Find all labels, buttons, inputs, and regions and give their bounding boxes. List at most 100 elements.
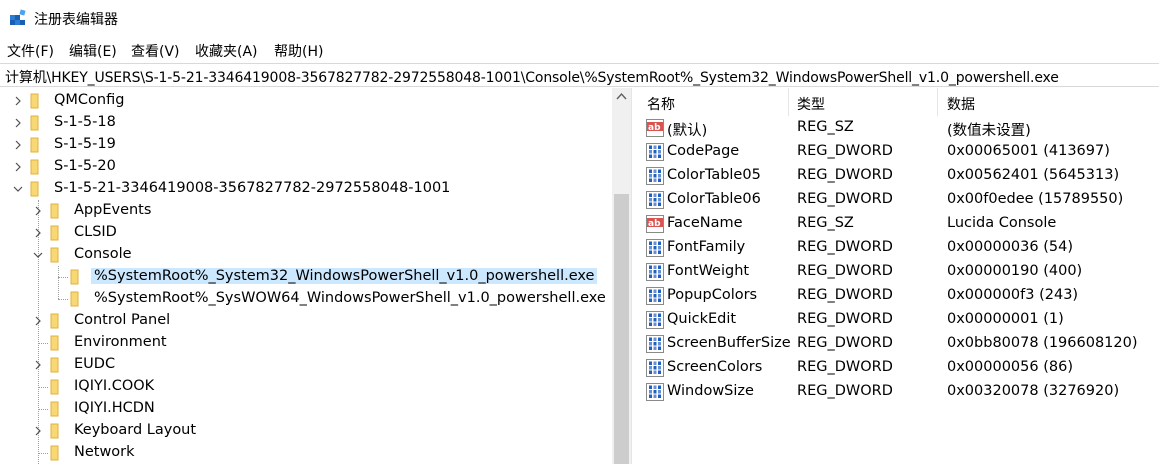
chevron-right-icon[interactable] bbox=[12, 161, 24, 173]
value-row[interactable]: ScreenColors REG_DWORD 0x00000056 (86) bbox=[640, 356, 1159, 380]
chevron-down-icon[interactable] bbox=[12, 183, 24, 195]
value-type: REG_SZ bbox=[797, 215, 854, 231]
tree-item[interactable]: S-1-5-21-3346419008-3567827782-297255804… bbox=[0, 178, 612, 200]
value-row[interactable]: FontFamily REG_DWORD 0x00000036 (54) bbox=[640, 236, 1159, 260]
window-title: 注册表编辑器 bbox=[34, 12, 118, 28]
key-tree[interactable]: QMConfig S-1-5-18 S-1-5-19 S-1-5-20 S-1-5-21… bbox=[0, 88, 631, 464]
value-row[interactable]: ab (默认) REG_SZ (数值未设置) bbox=[640, 116, 1159, 140]
tree-item-label[interactable]: Network bbox=[71, 444, 138, 460]
column-header-type[interactable]: 类型 bbox=[797, 88, 825, 116]
chevron-right-icon[interactable] bbox=[32, 359, 44, 371]
folder-icon bbox=[50, 247, 59, 263]
menu-bar: 文件(F) 编辑(E) 查看(V) 收藏夹(A) 帮助(H) bbox=[0, 38, 1159, 60]
column-header-name[interactable]: 名称 bbox=[647, 88, 675, 116]
tree-item-label[interactable]: Control Panel bbox=[71, 312, 173, 328]
tree-item-label[interactable]: %SystemRoot%_System32_WindowsPowerShell_… bbox=[91, 268, 598, 284]
tree-item[interactable]: S-1-5-20 bbox=[0, 156, 612, 178]
chevron-right-icon[interactable] bbox=[32, 425, 44, 437]
tree-item-label[interactable]: Keyboard Layout bbox=[71, 422, 199, 438]
value-name: PopupColors bbox=[667, 287, 758, 303]
value-name: FontWeight bbox=[667, 263, 750, 279]
binary-value-icon bbox=[646, 335, 664, 353]
column-divider[interactable] bbox=[788, 88, 789, 116]
tree-item[interactable]: EUDC bbox=[0, 354, 612, 376]
value-type: REG_DWORD bbox=[797, 263, 893, 279]
tree-scrollbar[interactable] bbox=[612, 88, 631, 464]
tree-item-label[interactable]: EUDC bbox=[71, 356, 118, 372]
value-type: REG_DWORD bbox=[797, 311, 893, 327]
value-row[interactable]: QuickEdit REG_DWORD 0x00000001 (1) bbox=[640, 308, 1159, 332]
chevron-right-icon[interactable] bbox=[12, 95, 24, 107]
tree-guide-line bbox=[38, 409, 48, 410]
tree-item[interactable]: CLSID bbox=[0, 222, 612, 244]
value-row[interactable]: FontWeight REG_DWORD 0x00000190 (400) bbox=[640, 260, 1159, 284]
tree-item-label[interactable]: AppEvents bbox=[71, 202, 154, 218]
chevron-right-icon[interactable] bbox=[12, 139, 24, 151]
chevron-right-icon[interactable] bbox=[12, 117, 24, 129]
scrollbar-thumb[interactable] bbox=[614, 194, 629, 464]
value-row[interactable]: WindowSize REG_DWORD 0x00320078 (3276920) bbox=[640, 380, 1159, 404]
tree-item[interactable]: IQIYI.COOK bbox=[0, 376, 612, 398]
tree-item[interactable]: IQIYI.HCDN bbox=[0, 398, 612, 420]
folder-icon bbox=[30, 93, 39, 109]
scroll-up-arrow-icon[interactable] bbox=[612, 88, 631, 105]
value-list[interactable]: 名称 类型 数据 ab (默认) REG_SZ (数值未设置) CodePage REG_… bbox=[640, 88, 1159, 464]
tree-item[interactable]: Control Panel bbox=[0, 310, 612, 332]
value-row[interactable]: CodePage REG_DWORD 0x00065001 (413697) bbox=[640, 140, 1159, 164]
binary-value-icon bbox=[646, 311, 664, 329]
tree-item-label[interactable]: S-1-5-18 bbox=[51, 114, 119, 130]
menu-help[interactable]: 帮助(H) bbox=[274, 41, 323, 61]
value-name: ScreenBufferSize bbox=[667, 335, 791, 351]
svg-text:ab: ab bbox=[648, 219, 661, 229]
value-type: REG_SZ bbox=[797, 119, 854, 135]
binary-value-icon bbox=[646, 143, 664, 161]
string-value-icon: ab bbox=[646, 215, 664, 233]
tree-item[interactable]: QMConfig bbox=[0, 90, 612, 112]
tree-item[interactable]: S-1-5-19 bbox=[0, 134, 612, 156]
tree-item-label[interactable]: S-1-5-21-3346419008-3567827782-297255804… bbox=[51, 180, 453, 196]
address-bar[interactable]: 计算机\HKEY_USERS\S-1-5-21-3346419008-35678… bbox=[0, 63, 1159, 87]
value-name: (默认) bbox=[667, 123, 708, 139]
tree-item[interactable]: S-1-5-18 bbox=[0, 112, 612, 134]
tree-item-label[interactable]: %SystemRoot%_SysWOW64_WindowsPowerShell_… bbox=[91, 290, 609, 306]
chevron-right-icon[interactable] bbox=[32, 227, 44, 239]
value-name: FontFamily bbox=[667, 239, 746, 255]
menu-file[interactable]: 文件(F) bbox=[7, 41, 54, 61]
folder-icon bbox=[50, 423, 59, 439]
chevron-down-icon[interactable] bbox=[32, 249, 44, 261]
tree-item[interactable]: Keyboard Layout bbox=[0, 420, 612, 442]
tree-item-label[interactable]: CLSID bbox=[71, 224, 120, 240]
svg-text:ab: ab bbox=[648, 123, 661, 133]
tree-item[interactable]: %SystemRoot%_SysWOW64_WindowsPowerShell_… bbox=[0, 288, 612, 310]
binary-value-icon bbox=[646, 287, 664, 305]
value-row[interactable]: ColorTable05 REG_DWORD 0x00562401 (5645313… bbox=[640, 164, 1159, 188]
tree-item-label[interactable]: Console bbox=[71, 246, 135, 262]
column-divider[interactable] bbox=[937, 88, 938, 116]
tree-item-label[interactable]: QMConfig bbox=[51, 92, 127, 108]
tree-item[interactable]: Network bbox=[0, 442, 612, 464]
pane-splitter[interactable] bbox=[631, 88, 640, 464]
tree-item-label[interactable]: IQIYI.COOK bbox=[71, 378, 157, 394]
tree-item[interactable]: %SystemRoot%_System32_WindowsPowerShell_… bbox=[0, 266, 612, 288]
value-row[interactable]: PopupColors REG_DWORD 0x000000f3 (243) bbox=[640, 284, 1159, 308]
value-row[interactable]: ab FaceName REG_SZ Lucida Console bbox=[640, 212, 1159, 236]
tree-item-label[interactable]: S-1-5-20 bbox=[51, 158, 119, 174]
tree-item[interactable]: Environment bbox=[0, 332, 612, 354]
tree-item-label[interactable]: S-1-5-19 bbox=[51, 136, 119, 152]
tree-item-label[interactable]: Environment bbox=[71, 334, 170, 350]
value-row[interactable]: ColorTable06 REG_DWORD 0x00f0edee (1578955… bbox=[640, 188, 1159, 212]
tree-item[interactable]: Console bbox=[0, 244, 612, 266]
menu-view[interactable]: 查看(V) bbox=[131, 41, 180, 61]
value-data: Lucida Console bbox=[947, 215, 1057, 231]
menu-favorites[interactable]: 收藏夹(A) bbox=[195, 41, 258, 61]
tree-item-label[interactable]: IQIYI.HCDN bbox=[71, 400, 158, 416]
chevron-right-icon[interactable] bbox=[32, 315, 44, 327]
value-row[interactable]: ScreenBufferSize REG_DWORD 0x0bb80078 (196… bbox=[640, 332, 1159, 356]
address-path[interactable]: 计算机\HKEY_USERS\S-1-5-21-3346419008-35678… bbox=[5, 67, 1059, 87]
folder-icon bbox=[30, 115, 39, 131]
column-header-data[interactable]: 数据 bbox=[947, 88, 975, 116]
menu-edit[interactable]: 编辑(E) bbox=[69, 41, 117, 61]
tree-item[interactable]: AppEvents bbox=[0, 200, 612, 222]
chevron-right-icon[interactable] bbox=[32, 205, 44, 217]
title-bar: 注册表编辑器 bbox=[0, 0, 1159, 36]
